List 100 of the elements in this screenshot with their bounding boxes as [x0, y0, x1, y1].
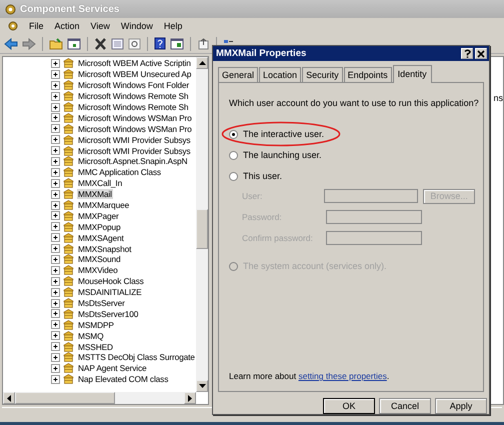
expand-icon[interactable] — [51, 58, 60, 68]
expand-icon[interactable] — [51, 266, 60, 275]
tree-item[interactable]: MMXMail — [77, 189, 113, 200]
expand-icon[interactable] — [51, 190, 60, 199]
menu-item[interactable]: View — [90, 21, 110, 31]
tree-item[interactable]: MMXSound — [77, 254, 122, 264]
expand-icon[interactable] — [51, 211, 60, 220]
delete-icon[interactable] — [94, 38, 107, 50]
expand-icon[interactable] — [51, 222, 60, 232]
tree-item[interactable]: MMXSAgent — [77, 232, 125, 243]
radio-label[interactable]: This user. — [243, 171, 282, 181]
expand-icon[interactable] — [51, 288, 60, 297]
tree-item[interactable]: MMXSnapshot — [77, 244, 132, 254]
expand-icon[interactable] — [51, 233, 60, 242]
expand-icon[interactable] — [51, 178, 60, 188]
package-icon — [63, 134, 74, 145]
tree-item[interactable]: MMXPager — [77, 210, 120, 221]
tree-item[interactable]: Microsoft Windows WSMan Pro — [77, 124, 193, 134]
tree-item[interactable]: MMC Application Class — [77, 167, 162, 178]
tab[interactable]: Security — [302, 67, 343, 82]
expand-icon[interactable] — [51, 113, 60, 122]
tab[interactable]: Identity — [392, 65, 432, 83]
tree-item[interactable]: Microsoft Windows WSMan Pro — [77, 112, 193, 123]
forward-arrow-icon[interactable] — [22, 38, 36, 50]
scroll-down-icon[interactable] — [196, 380, 208, 392]
tab[interactable]: General — [218, 67, 258, 82]
expand-icon[interactable] — [51, 276, 60, 286]
dialog-button[interactable]: OK — [323, 398, 375, 414]
help-icon[interactable] — [154, 37, 166, 50]
tree-item[interactable]: Microsoft Windows Remote Sh — [77, 102, 190, 112]
tree-item[interactable]: MSSHED — [77, 342, 114, 352]
expand-icon[interactable] — [51, 374, 60, 384]
expand-icon[interactable] — [51, 156, 60, 166]
tree-item[interactable]: MSTTS DecObj Class Surrogate — [77, 352, 196, 362]
menu-item[interactable]: Action — [54, 21, 80, 31]
expand-icon[interactable] — [51, 254, 60, 264]
export-icon[interactable] — [197, 38, 210, 50]
tree-item[interactable]: MSDAINITIALIZE — [77, 287, 143, 298]
expand-icon[interactable] — [51, 124, 60, 134]
expand-icon[interactable] — [51, 342, 60, 352]
menu-item[interactable]: Window — [120, 21, 153, 31]
expand-icon[interactable] — [51, 146, 60, 156]
help-button[interactable] — [461, 48, 473, 59]
properties-icon[interactable] — [111, 38, 124, 50]
tree-item[interactable]: MMXMarquee — [77, 200, 130, 210]
scroll-right-icon[interactable] — [184, 392, 196, 404]
expand-icon[interactable] — [51, 331, 60, 340]
expand-icon[interactable] — [51, 80, 60, 90]
tree-item[interactable]: MMXPopup — [77, 222, 122, 232]
tree-item[interactable]: MMXCall_In — [77, 178, 124, 188]
tree-item[interactable]: MSMQ — [77, 330, 104, 341]
tree-item[interactable]: MsDtsServer100 — [77, 308, 140, 319]
tree-item[interactable]: Microsoft WMI Provider Subsys — [77, 146, 192, 156]
package-icon — [63, 112, 74, 123]
tree-item[interactable]: NAP Agent Service — [77, 363, 148, 374]
expand-icon[interactable] — [51, 92, 60, 101]
tree-item[interactable]: Microsoft Windows Remote Sh — [77, 91, 190, 102]
back-arrow-icon[interactable] — [4, 38, 18, 50]
radio-button[interactable] — [229, 130, 238, 138]
tree-item[interactable]: MSMDPP — [77, 320, 115, 330]
expand-icon[interactable] — [51, 135, 60, 144]
expand-icon[interactable] — [51, 102, 60, 112]
radio-button[interactable] — [229, 150, 238, 160]
radio-button[interactable] — [229, 172, 238, 180]
tree-item[interactable]: MsDtsServer — [77, 298, 126, 308]
window-icon[interactable] — [170, 38, 184, 50]
expand-icon[interactable] — [51, 70, 60, 79]
expand-icon[interactable] — [51, 320, 60, 330]
expand-icon[interactable] — [51, 244, 60, 254]
scroll-thumb[interactable] — [196, 209, 208, 249]
expand-icon[interactable] — [51, 298, 60, 308]
package-icon — [63, 298, 74, 308]
tree-item[interactable]: Microsoft.Aspnet.Snapin.AspN — [77, 156, 188, 166]
expand-icon[interactable] — [51, 352, 60, 362]
dialog-button[interactable]: Cancel — [379, 398, 431, 414]
tab[interactable]: Location — [259, 67, 302, 82]
scroll-thumb[interactable] — [15, 392, 115, 404]
close-button[interactable] — [475, 48, 487, 59]
tree-item[interactable]: Microsoft WBEM Active Scriptin — [77, 58, 192, 68]
dialog-button[interactable]: Apply — [435, 398, 487, 414]
tree-item[interactable]: Microsoft WBEM Unsecured Ap — [77, 69, 192, 80]
expand-icon[interactable] — [51, 309, 60, 318]
expand-icon[interactable] — [51, 364, 60, 373]
expand-icon[interactable] — [51, 168, 60, 177]
radio-label[interactable]: The launching user. — [243, 150, 322, 160]
horizontal-scrollbar[interactable] — [3, 392, 196, 404]
expand-icon[interactable] — [51, 200, 60, 210]
tree-item[interactable]: Nap Elevated COM class — [77, 374, 170, 384]
window-icon[interactable] — [67, 38, 81, 50]
properties-link[interactable]: setting these properties — [298, 371, 387, 381]
tab[interactable]: Endpoints — [344, 67, 392, 82]
scroll-up-icon[interactable] — [196, 57, 208, 69]
menu-item[interactable]: File — [29, 21, 44, 31]
tree-item[interactable]: MMXVideo — [77, 265, 119, 276]
scroll-left-icon[interactable] — [3, 392, 15, 404]
tree-item[interactable]: Microsoft WMI Provider Subsys — [77, 134, 192, 145]
vertical-scrollbar[interactable] — [196, 57, 208, 392]
tree-item[interactable]: Microsoft Windows Font Folder — [77, 80, 190, 90]
tree-item[interactable]: MouseHook Class — [77, 276, 145, 286]
menu-item[interactable]: Help — [164, 21, 182, 31]
